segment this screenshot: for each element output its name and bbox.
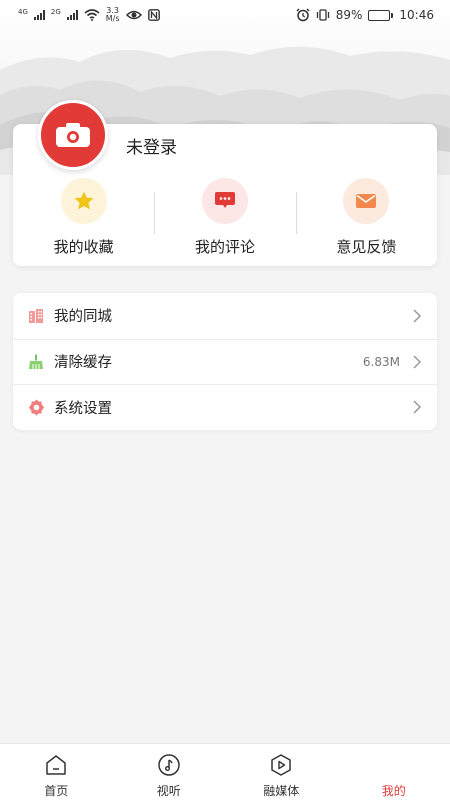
nav-media[interactable]: 融媒体 [225,744,338,800]
menu-item-label: 我的同城 [54,309,112,326]
avatar[interactable] [38,100,108,170]
comments-label: 我的评论 [194,238,255,256]
signal-icon [33,10,45,20]
favorites-label: 我的收藏 [53,238,114,256]
feedback-icon-bg [343,178,390,224]
menu-item-clear-cache[interactable]: 清除缓存 6.83M [13,338,437,385]
comment-icon [214,192,235,208]
wifi-icon [84,9,100,21]
cache-size: 6.83M [362,354,400,369]
menu-item-label: 系统设置 [54,400,112,417]
nav-home[interactable]: 首页 [0,744,113,800]
clock: 10:46 [399,8,434,22]
vibrate-icon [316,9,329,21]
chevron-right-icon [413,355,422,369]
play-icon [271,754,291,776]
menu-item-label: 清除缓存 [54,355,112,372]
menu-item-settings[interactable]: 系统设置 [13,384,437,430]
feedback-label: 意见反馈 [336,238,397,256]
camera-icon [56,123,90,147]
building-icon [27,307,45,325]
battery-icon [368,9,394,21]
gear-icon [27,398,45,416]
nav-profile[interactable]: 我的 [338,744,450,800]
favorites-button[interactable]: 我的收藏 [13,178,154,257]
network-speed: 3.3 M/s [106,7,120,23]
bottom-nav: 首页 视听 融媒体 我的 [0,743,450,800]
profile-icon [382,753,406,777]
nfc-icon [147,9,160,21]
nav-audio-video-label: 视听 [156,784,181,798]
nav-media-label: 融媒体 [263,784,300,798]
menu-item-local-city[interactable]: 我的同城 [13,293,437,339]
comments-icon-bg [201,178,248,224]
quick-actions: 我的收藏 我的评论 意见反馈 [13,178,437,257]
comments-button[interactable]: 我的评论 [154,178,295,257]
status-bar: 4G 2G 3.3 M/s 89% 10:46 [0,0,450,30]
settings-list: 我的同城 清除缓存 6.83M 系统设置 [13,293,437,430]
network-type-label: 4G [18,8,28,16]
favorites-icon-bg [60,178,107,224]
home-icon [46,755,66,775]
alarm-icon [296,8,310,22]
nav-audio-video[interactable]: 视听 [113,744,226,800]
nav-profile-label: 我的 [381,784,406,798]
chevron-right-icon [413,400,422,414]
broom-icon [27,353,45,371]
nav-home-label: 首页 [44,784,69,798]
speed-unit: M/s [105,14,120,23]
login-status[interactable]: 未登录 [126,133,177,158]
eye-icon [125,10,142,20]
network-type-label: 2G [50,8,61,16]
star-icon [74,191,94,210]
chevron-right-icon [413,309,422,323]
profile-card: 未登录 我的收藏 我的评论 意见反馈 [13,100,437,266]
feedback-button[interactable]: 意见反馈 [295,178,437,257]
signal-icon [66,10,78,20]
mail-icon [356,194,377,208]
battery-percent: 89% [335,8,363,22]
music-icon [158,754,180,776]
